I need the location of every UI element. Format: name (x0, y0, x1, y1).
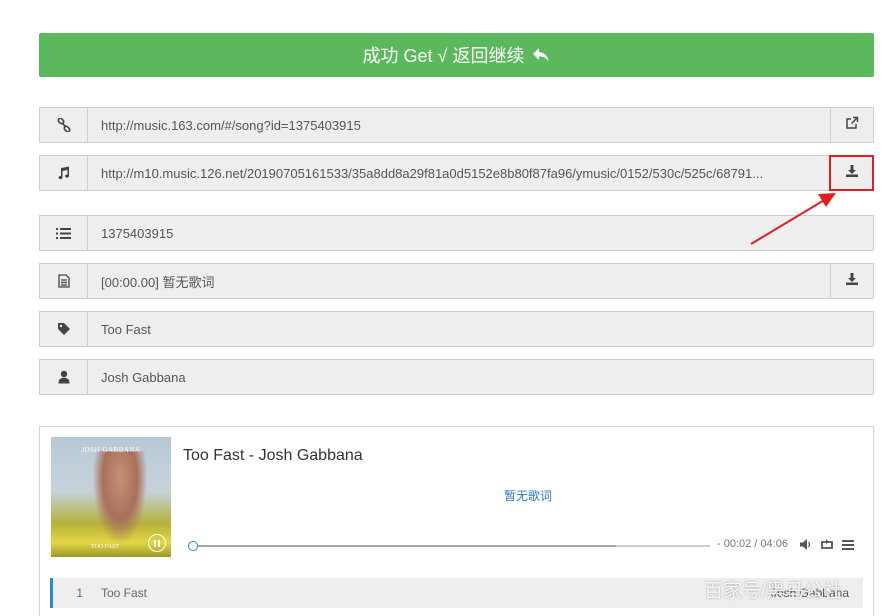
loop-icon[interactable] (820, 537, 834, 555)
download-icon (845, 272, 859, 291)
playlist-menu-icon[interactable] (842, 537, 854, 555)
lyrics-value[interactable]: [00:00.00] 暂无歌词 (88, 264, 830, 298)
document-icon (40, 264, 88, 298)
player-lyric: 暂无歌词 (503, 489, 552, 503)
reply-arrow-icon (532, 47, 550, 63)
pause-icon (154, 539, 156, 547)
source-url-value[interactable]: http://music.163.com/#/song?id=137540391… (88, 108, 830, 142)
download-lyrics-button[interactable] (830, 264, 873, 298)
song-id-row: 1375403915 (39, 215, 874, 251)
link-icon (40, 108, 88, 142)
player-time: - 00:02 / 04:06 (717, 538, 788, 550)
player-controls (800, 537, 854, 555)
download-audio-button[interactable] (829, 155, 874, 191)
open-link-button[interactable] (830, 108, 873, 142)
external-link-icon (845, 116, 859, 135)
pause-icon-bar (158, 539, 160, 547)
progress-bar[interactable] (188, 541, 710, 551)
tag-icon (40, 312, 88, 346)
audio-url-value[interactable]: http://m10.music.126.net/20190705161533/… (88, 156, 830, 190)
artist-row: Josh Gabbana (39, 359, 874, 395)
song-title-row: Too Fast (39, 311, 874, 347)
pause-button[interactable] (148, 534, 166, 552)
success-return-button[interactable]: 成功 Get √ 返回继续 (39, 33, 874, 77)
cover-artist-text: JOSH GABBANA (81, 446, 141, 454)
cover-title-text: TOO FAST (91, 544, 119, 550)
song-title-value[interactable]: Too Fast (88, 312, 873, 346)
watermark: 百家号/黑马公社 (704, 581, 843, 602)
audio-url-row: http://m10.music.126.net/20190705161533/… (39, 155, 874, 191)
progress-thumb[interactable] (188, 541, 199, 551)
song-id-value[interactable]: 1375403915 (88, 216, 873, 250)
list-icon (40, 216, 88, 250)
progress-loaded (188, 545, 617, 547)
user-icon (40, 360, 88, 394)
playlist-item-number: 1 (76, 586, 83, 600)
playlist-item-title: Too Fast (101, 586, 148, 600)
source-url-row: http://music.163.com/#/song?id=137540391… (39, 107, 874, 143)
album-cover: JOSH GABBANA TOO FAST (51, 437, 171, 557)
cover-photo (93, 451, 147, 543)
lyrics-row: [00:00.00] 暂无歌词 (39, 263, 874, 299)
volume-icon[interactable] (800, 537, 812, 555)
music-note-icon (40, 156, 88, 190)
success-return-label: 成功 Get √ 返回继续 (362, 46, 525, 66)
artist-value[interactable]: Josh Gabbana (88, 360, 873, 394)
download-icon (845, 164, 859, 183)
player-song-title: Too Fast - Josh Gabbana (183, 447, 363, 464)
